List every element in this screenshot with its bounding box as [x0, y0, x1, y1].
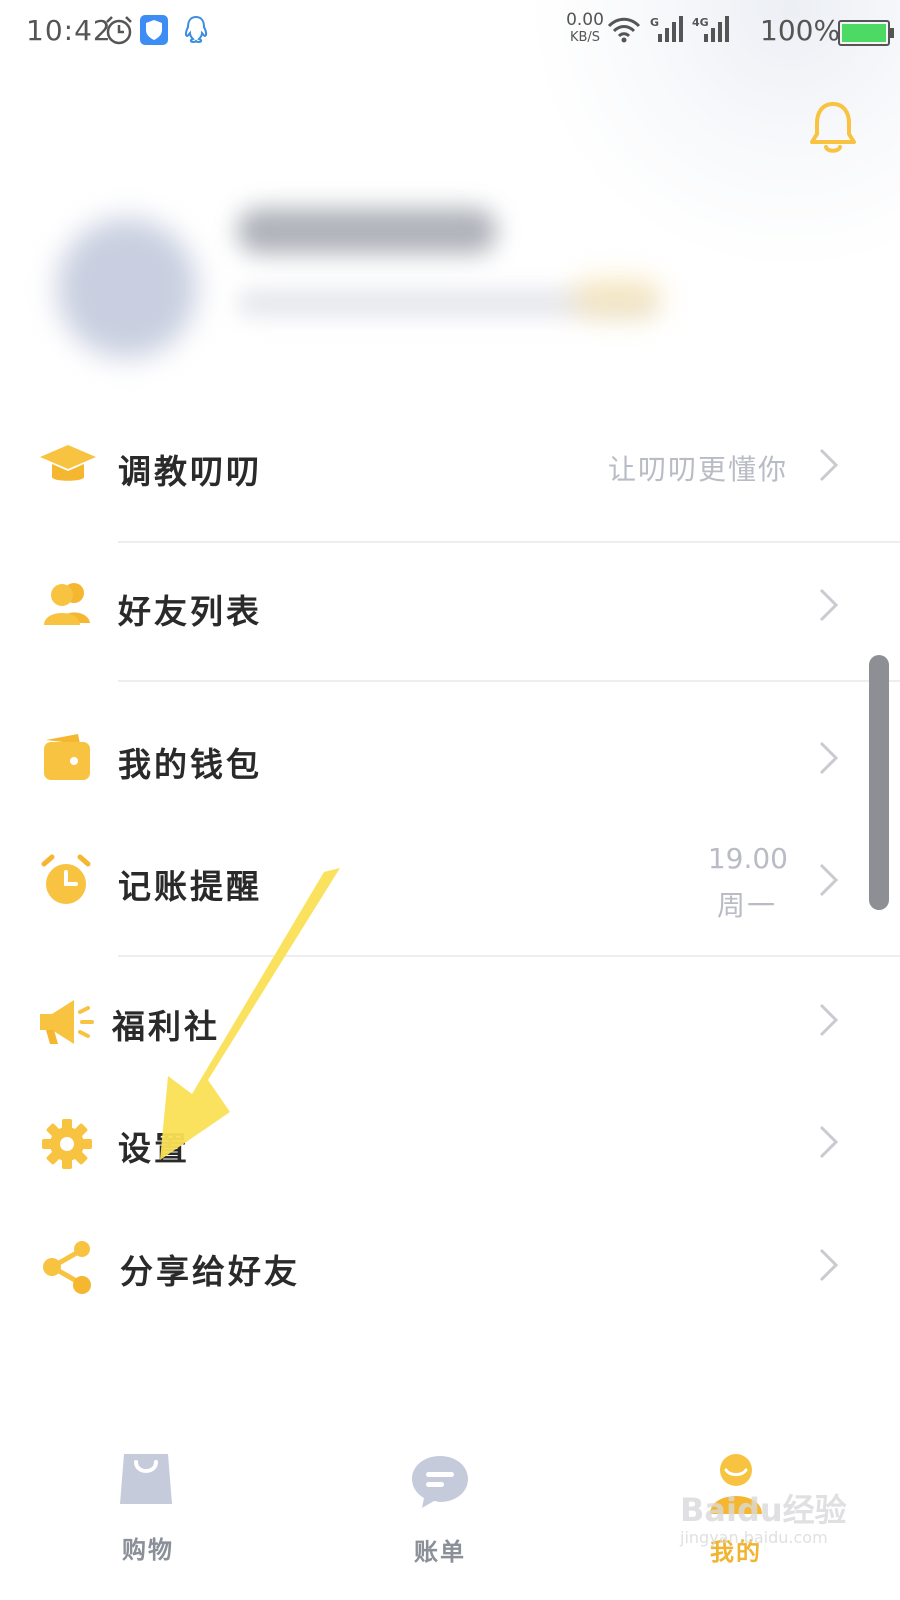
divider	[118, 955, 900, 957]
network-speed-value: 0.00	[566, 10, 604, 30]
divider	[118, 541, 900, 543]
tab-label: 购物	[122, 1535, 174, 1564]
username-blurred	[237, 208, 497, 254]
wifi-icon	[607, 16, 641, 48]
chevron-right-icon	[818, 1124, 840, 1160]
reminder-time: 19.00	[707, 842, 788, 875]
menu-label: 调教叨叨	[118, 452, 262, 491]
menu-label: 福利社	[112, 1007, 220, 1046]
scroll-handle[interactable]	[869, 655, 889, 910]
signal-icon-2: 4G	[692, 14, 732, 50]
menu-hint: 让叨叨更懂你	[607, 453, 788, 486]
watermark-url: jingyan.baidu.com	[680, 1528, 828, 1547]
status-bar: 10:42 0.00 KB/S G 4G 100%	[0, 0, 900, 64]
menu-item-reminder[interactable]: 记账提醒 19.00 周一	[0, 830, 900, 930]
menu-item-welfare[interactable]: 福利社	[0, 970, 900, 1070]
menu-label: 分享给好友	[120, 1252, 300, 1291]
menu-label: 好友列表	[118, 592, 262, 631]
tab-shopping[interactable]: 购物	[48, 1420, 248, 1600]
chevron-right-icon	[818, 1247, 840, 1283]
signal2-label: 4G	[692, 16, 709, 29]
wallet-icon	[38, 730, 98, 790]
graduation-cap-icon	[38, 435, 98, 495]
signal-icon-1: G	[650, 14, 686, 50]
chevron-right-icon	[818, 862, 840, 898]
network-speed: 0.00 KB/S	[565, 11, 605, 47]
share-icon	[38, 1237, 98, 1297]
battery-percent: 100%	[760, 14, 841, 47]
friends-icon	[38, 577, 98, 637]
menu-label: 记账提醒	[118, 867, 262, 906]
megaphone-icon	[36, 992, 96, 1052]
menu-label: 设置	[118, 1129, 190, 1168]
qq-icon	[181, 14, 211, 50]
tab-label: 账单	[414, 1537, 466, 1566]
avatar[interactable]	[57, 218, 197, 358]
chevron-right-icon	[818, 1002, 840, 1038]
status-time: 10:42	[26, 14, 112, 47]
gear-icon	[38, 1114, 98, 1174]
shield-icon	[139, 14, 169, 50]
chevron-right-icon	[818, 740, 840, 776]
profile-card[interactable]	[12, 178, 900, 403]
profile-badge-blurred	[572, 278, 662, 318]
tab-bills[interactable]: 账单	[340, 1420, 540, 1600]
menu-item-share[interactable]: 分享给好友	[0, 1215, 900, 1315]
battery-level-fill	[842, 24, 886, 42]
menu-item-wallet[interactable]: 我的钱包	[0, 708, 900, 808]
alarm-icon	[104, 14, 134, 50]
battery-icon	[838, 20, 894, 46]
chevron-right-icon	[818, 587, 840, 623]
shopping-bag-icon	[118, 1450, 174, 1512]
watermark-logo: Baidu经验	[680, 1491, 847, 1529]
menu-item-friends[interactable]: 好友列表	[0, 555, 900, 655]
menu-item-training[interactable]: 调教叨叨 让叨叨更懂你	[0, 415, 900, 515]
chat-bubble-icon	[410, 1452, 470, 1516]
network-speed-unit: KB/S	[569, 30, 601, 45]
divider	[118, 680, 900, 682]
bell-icon[interactable]	[808, 100, 858, 156]
chevron-right-icon	[818, 447, 840, 483]
signal1-label: G	[650, 16, 659, 29]
menu-item-settings[interactable]: 设置	[0, 1092, 900, 1192]
menu-label: 我的钱包	[118, 745, 262, 784]
alarm-clock-icon	[38, 852, 98, 912]
